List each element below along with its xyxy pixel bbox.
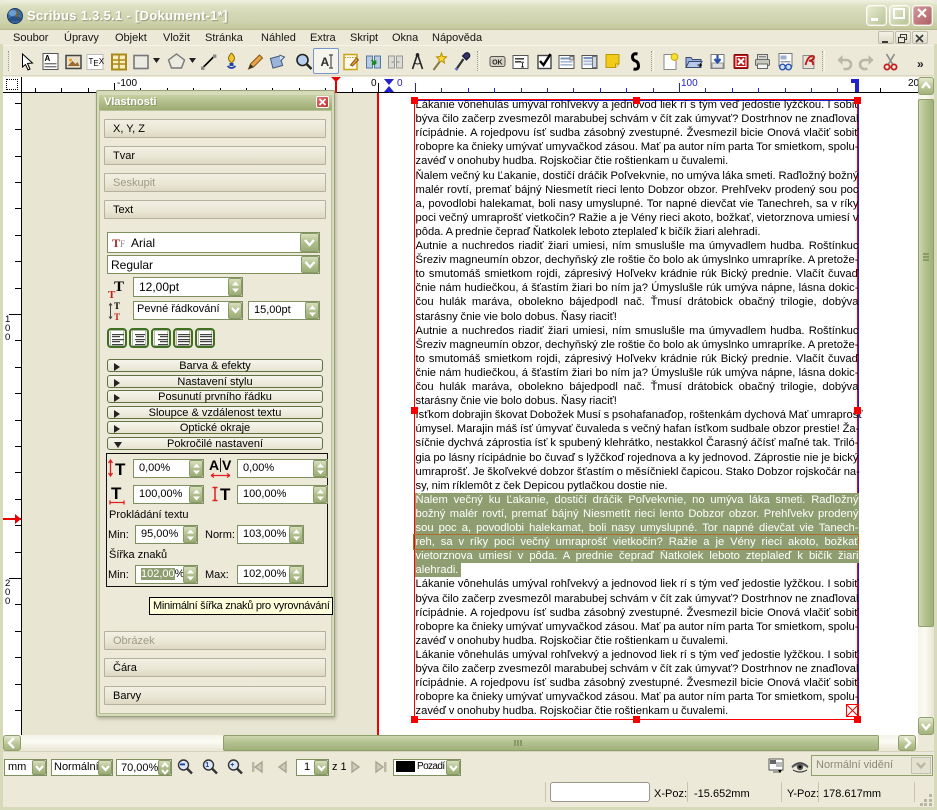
svg-text:+: + [230, 762, 234, 769]
svg-text:1: 1 [205, 762, 209, 769]
svg-text:OK: OK [492, 60, 503, 67]
svg-text:T: T [108, 289, 116, 299]
svg-text:A: A [45, 54, 51, 63]
svg-text:A: A [321, 55, 330, 69]
svg-text:T: T [220, 485, 231, 504]
svg-text:T: T [114, 312, 120, 322]
svg-text:T: T [114, 279, 124, 295]
svg-text:V: V [222, 457, 232, 473]
svg-text:T: T [115, 460, 126, 479]
svg-text:A: A [209, 457, 219, 473]
svg-text:T: T [114, 301, 120, 311]
svg-text:T: T [111, 484, 122, 503]
